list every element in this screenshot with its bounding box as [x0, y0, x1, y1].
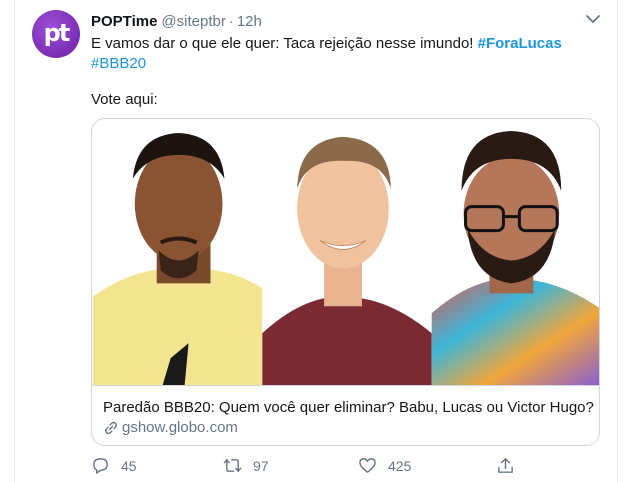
avatar[interactable]: pt	[32, 10, 80, 58]
person-photo-2	[262, 119, 432, 385]
reply-count: 45	[121, 457, 137, 474]
card-domain-text: gshow.globo.com	[122, 419, 238, 436]
tweet-actions: 45 97 425	[91, 456, 531, 478]
retweet-count: 97	[253, 457, 269, 474]
card-title[interactable]: Paredão BBB20: Quem você quer eliminar? …	[103, 398, 594, 417]
tweet-time[interactable]: 12h	[237, 13, 262, 30]
header-separator: ·	[228, 13, 234, 30]
like-count: 425	[388, 457, 412, 474]
retweet-icon	[223, 459, 242, 472]
vote-text: Vote aqui:	[91, 91, 158, 108]
card-domain[interactable]: gshow.globo.com	[103, 418, 238, 437]
chevron-down-icon[interactable]	[584, 12, 602, 26]
author-handle[interactable]: @siteptbr	[161, 13, 225, 30]
card-image[interactable]	[92, 119, 600, 386]
avatar-logo-text: pt	[43, 19, 71, 47]
heart-icon	[359, 458, 376, 473]
retweet-button[interactable]: 97	[223, 456, 269, 475]
tweet-header: POPTime @siteptbr · 12h	[91, 13, 262, 31]
link-card[interactable]: Paredão BBB20: Quem você quer eliminar? …	[91, 118, 600, 446]
hashtag-foralucas[interactable]: #ForaLucas	[478, 35, 562, 52]
like-button[interactable]: 425	[358, 456, 411, 475]
tweet-text-intro: E vamos dar o que ele quer: Taca rejeiçã…	[91, 35, 474, 52]
tweet-text: E vamos dar o que ele quer: Taca rejeiçã…	[91, 34, 591, 74]
share-icon	[498, 458, 513, 473]
reply-button[interactable]: 45	[91, 456, 137, 475]
hashtag-bbb20[interactable]: #BBB20	[91, 55, 146, 72]
author-name[interactable]: POPTime	[91, 13, 157, 30]
reply-icon	[93, 458, 108, 474]
link-icon	[105, 421, 117, 434]
share-button[interactable]	[496, 456, 526, 475]
